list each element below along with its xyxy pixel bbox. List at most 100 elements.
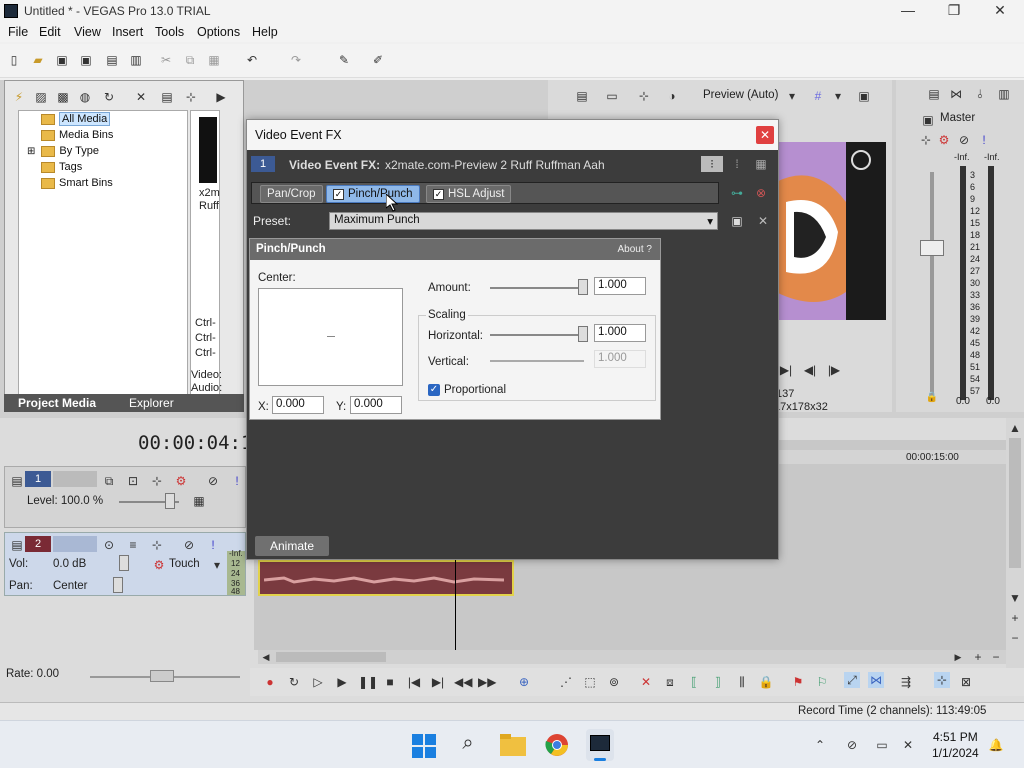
file-explorer-icon[interactable]	[500, 734, 526, 756]
edit-tool-icon[interactable]: ⊕	[516, 674, 532, 690]
tab-project-media[interactable]: Project Media	[18, 396, 96, 410]
media-play-icon[interactable]: ▶	[213, 89, 229, 105]
y-field[interactable]: 0.000	[350, 396, 402, 414]
minimize-icon[interactable]: —	[898, 2, 918, 20]
volume-slider-thumb[interactable]	[119, 555, 129, 571]
dropdown-icon[interactable]: ▾	[209, 557, 225, 573]
overlays-icon[interactable]: #	[810, 88, 826, 104]
expand-icon[interactable]: ⊞	[27, 146, 35, 157]
forward-icon[interactable]: |▶	[826, 362, 842, 378]
track-name-field[interactable]	[53, 536, 97, 552]
pan-slider-thumb[interactable]	[113, 577, 123, 593]
dim-icon[interactable]: ⫰	[972, 86, 988, 102]
capture-icon[interactable]: ▨	[33, 89, 49, 105]
fx-icon[interactable]: ⊹	[636, 88, 652, 104]
play-from-start-icon[interactable]: ▷	[310, 674, 326, 690]
tab-explorer[interactable]: Explorer	[129, 396, 174, 410]
master-gear-icon[interactable]: ⚙	[936, 132, 952, 148]
timeline-vscroll[interactable]: ▲ ▼ + −	[1006, 418, 1024, 668]
amount-field[interactable]: 1.000	[594, 277, 646, 295]
restore-icon[interactable]: ❐	[944, 2, 964, 20]
copy-icon[interactable]: ⧉	[182, 52, 198, 68]
master-properties-icon[interactable]: ▤	[926, 86, 942, 102]
split-screen-icon[interactable]: ◑	[664, 88, 680, 104]
invert-phase-icon[interactable]: ⊙	[101, 537, 117, 553]
meter-options-icon[interactable]: ▥	[996, 86, 1012, 102]
collapse-icon[interactable]: ▤	[9, 473, 25, 489]
proportional-checkbox[interactable]: ✓	[428, 384, 440, 396]
vegas-taskbar-button[interactable]	[586, 729, 614, 761]
center-position-box[interactable]	[258, 288, 403, 386]
amount-slider[interactable]	[490, 287, 586, 289]
remove-icon[interactable]: ✕	[133, 89, 149, 105]
zoom-tool-icon[interactable]: ⊚	[606, 674, 622, 690]
enable-checkbox[interactable]: ✓	[433, 188, 444, 200]
vscroll-thumb[interactable]	[1009, 438, 1021, 568]
windows-start-icon[interactable]	[412, 734, 436, 758]
go-to-end-icon[interactable]: ▶|	[430, 674, 446, 690]
remove-plugin-icon[interactable]: ⊗	[753, 185, 769, 201]
automation-gear-icon[interactable]: ⚙	[151, 557, 167, 573]
region-icon[interactable]: ⚐	[814, 674, 830, 690]
x-field[interactable]: 0.000	[272, 396, 324, 414]
copy-snapshot-icon[interactable]: ▣	[856, 88, 872, 104]
animate-button[interactable]: Animate	[255, 536, 329, 556]
lock-icon[interactable]: 🔒	[924, 390, 940, 406]
master-fader-track[interactable]	[930, 172, 934, 402]
h-zoom-out-icon[interactable]: −	[988, 649, 1004, 665]
fx-chain-pan-crop[interactable]: Pan/Crop	[260, 185, 323, 203]
pause-icon[interactable]: ❚❚	[358, 674, 378, 690]
timeline-hscroll[interactable]: ◀ ▶ + −	[258, 650, 1006, 664]
save-icon[interactable]: ▣	[54, 52, 70, 68]
snapping-icon[interactable]: ⤢	[844, 672, 860, 688]
hscroll-thumb[interactable]	[276, 652, 386, 662]
enable-checkbox[interactable]: ✓	[333, 188, 344, 200]
scroll-down-icon[interactable]: ▼	[1007, 590, 1023, 606]
prev-frame-icon[interactable]: ◀◀	[454, 674, 472, 690]
web-icon[interactable]: ◍	[77, 89, 93, 105]
preview-quality-select[interactable]: Preview (Auto)	[703, 89, 778, 101]
chevron-up-icon[interactable]: ⌃	[812, 737, 828, 753]
lock-envelopes-icon[interactable]: ⊹	[934, 672, 950, 688]
new-file-icon[interactable]: ▯	[6, 52, 22, 68]
save-as-icon[interactable]: ▣	[78, 52, 94, 68]
auto-crossfade-icon[interactable]: ⋈	[868, 672, 884, 688]
trim-start-icon[interactable]: ⟦	[686, 674, 702, 690]
preview-properties-icon[interactable]: ▤	[574, 88, 590, 104]
track-motion-icon[interactable]: ⊡	[125, 473, 141, 489]
volume-icon[interactable]: ✕	[900, 737, 916, 753]
clock-time[interactable]: 4:51 PM	[933, 730, 978, 744]
media-thumbnail[interactable]	[199, 117, 217, 183]
solo-icon[interactable]: !	[229, 473, 245, 489]
ignore-grouping-icon[interactable]: ⊠	[958, 674, 974, 690]
render-icon[interactable]: ▤	[104, 52, 120, 68]
cut-icon[interactable]: ✂	[158, 52, 174, 68]
zoom-in-icon[interactable]: +	[1007, 610, 1023, 626]
media-fx-icon[interactable]: ⊹	[183, 89, 199, 105]
automation-icon[interactable]: ≡	[125, 537, 141, 553]
loop-icon[interactable]: ↻	[286, 674, 302, 690]
view-tiles-icon[interactable]: ▦	[753, 156, 769, 172]
track-expand-icon[interactable]: ▦	[191, 493, 207, 509]
next-frame-icon[interactable]: ▶|	[778, 362, 794, 378]
master-solo-icon[interactable]: !	[976, 132, 992, 148]
scroll-left-icon[interactable]: ◀	[258, 649, 274, 665]
notification-bell-icon[interactable]: 🔔	[988, 737, 1004, 753]
master-fx-icon[interactable]: ⊹	[918, 132, 934, 148]
track-gear-icon[interactable]: ⚙	[173, 473, 189, 489]
prev-frame-icon[interactable]: ◀|	[802, 362, 818, 378]
menu-tools[interactable]: Tools	[155, 25, 184, 39]
tree-item-tags[interactable]: Tags	[41, 159, 82, 175]
mute-icon[interactable]: ⊘	[181, 537, 197, 553]
amount-slider-thumb[interactable]	[578, 279, 588, 295]
scroll-right-icon[interactable]: ▶	[950, 649, 966, 665]
marker-icon[interactable]: ⚑	[790, 674, 806, 690]
trim-end-icon[interactable]: ⟧	[710, 674, 726, 690]
mute-icon[interactable]: ⊘	[205, 473, 221, 489]
network-icon[interactable]: ⊘	[844, 737, 860, 753]
horizontal-slider-thumb[interactable]	[578, 326, 588, 342]
menu-help[interactable]: Help	[252, 25, 278, 39]
external-monitor-icon[interactable]: ▭	[604, 88, 620, 104]
collapse-icon[interactable]: ▤	[9, 537, 25, 553]
level-slider-thumb[interactable]	[165, 493, 175, 509]
